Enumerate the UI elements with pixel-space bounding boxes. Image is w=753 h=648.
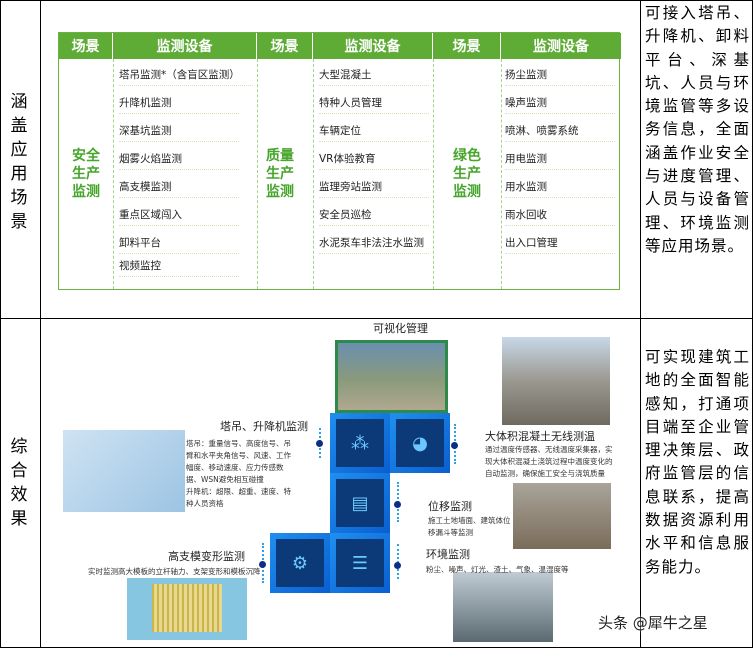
lift-desc: 升降机：超限、超重、速度、特种人员资格 xyxy=(186,487,291,508)
crane-text: 塔吊：重量信号、高度信号、吊臂和水平夹角信号、风速、工作幅度、移动速度、应力传感… xyxy=(186,438,296,510)
gear-icon: ⚙ xyxy=(276,539,324,587)
tile-database: ☰ xyxy=(330,533,390,593)
formwork-model xyxy=(127,578,247,640)
crane-photo xyxy=(63,430,185,512)
scene-quality: 质量生产监测 xyxy=(266,148,294,200)
formwork-text: 实时监测高大模板的立杆轴力、支架变形和模板沉降 xyxy=(88,567,261,576)
header-device: 监测设备 xyxy=(313,33,433,59)
scene-green: 绿色生产监测 xyxy=(453,148,481,200)
list-item: 水泥泵车非法注水监测 xyxy=(319,232,429,254)
header-device: 监测设备 xyxy=(113,33,257,59)
row1-label: 涵盖应用场景 xyxy=(10,92,28,232)
concrete-title: 大体积混凝土无线测温 xyxy=(485,430,595,443)
list-item: 出入口管理 xyxy=(505,232,615,254)
list-item: 特种人员管理 xyxy=(319,92,429,114)
concrete-photo xyxy=(502,337,610,425)
list-item: 重点区域闯入 xyxy=(119,204,239,226)
list-item: 扬尘监测 xyxy=(505,64,615,86)
list-item: 卸料平台 xyxy=(119,232,239,254)
pit-photo xyxy=(513,483,611,549)
concrete-text: 通过温度传感器、无线温度采集器，实现大体积混凝土浇筑过程中温度变化的自动监测，确… xyxy=(485,445,613,478)
list-item: 安全员巡检 xyxy=(319,204,429,226)
list-item: 喷淋、喷雾系统 xyxy=(505,120,615,142)
list-item: 视频监控 xyxy=(119,255,239,277)
displacement-title: 位移监测 xyxy=(428,500,472,513)
scene-safety: 安全生产监测 xyxy=(72,148,100,200)
displacement-text: 施工土地墙面、建筑体位移漏斗等监测 xyxy=(428,516,511,537)
env-photo xyxy=(453,572,553,642)
row2-description: 可实现建筑工地的全面智能感知，打通项目端至企业管理决策层、政府监管层的信息联系，… xyxy=(645,348,750,576)
row2-label: 综合效果 xyxy=(10,437,28,529)
list-item: 深基坑监测 xyxy=(119,120,239,142)
row1-description: 可接入塔吊、升降机、卸料平台、深基坑、人员与环境监管等多设务信息，全面涵盖作业安… xyxy=(645,4,750,255)
list-item: 烟雾火焰监测 xyxy=(119,148,239,170)
globe-icon: ◕ xyxy=(396,419,444,467)
database-icon: ☰ xyxy=(336,539,384,587)
list-item: 塔吊监测*（含盲区监测） xyxy=(119,64,253,86)
list-item: 用电监测 xyxy=(505,148,615,170)
crane-desc: 塔吊：重量信号、高度信号、吊臂和水平夹角信号、风速、工作幅度、移动速度、应力传感… xyxy=(186,439,291,484)
tile-people: ⁂ xyxy=(330,413,390,473)
tile-globe: ◕ xyxy=(390,413,450,473)
list-item: 高支模监测 xyxy=(119,176,239,198)
figure-title: 可视化管理 xyxy=(373,322,428,335)
environment-title: 环境监测 xyxy=(426,548,470,561)
header-device: 监测设备 xyxy=(501,33,621,59)
list-item: 车辆定位 xyxy=(319,120,429,142)
site-photo xyxy=(335,340,448,413)
list-item: 监理旁站监测 xyxy=(319,176,429,198)
environment-text: 粉尘、噪声、灯光、渣土、气象、温湿度等 xyxy=(426,565,569,574)
list-item: 大型混凝土 xyxy=(319,64,429,86)
formwork-title: 高支模变形监测 xyxy=(168,550,245,563)
list-item: 雨水回收 xyxy=(505,204,615,226)
tile-gear: ⚙ xyxy=(270,533,330,593)
watermark: 头条 @犀牛之星 xyxy=(598,614,708,632)
list-item: 用水监测 xyxy=(505,176,615,198)
people-icon: ⁂ xyxy=(336,419,384,467)
header-scene: 场景 xyxy=(59,33,113,59)
header-scene: 场景 xyxy=(433,33,501,59)
list-item: 噪声监测 xyxy=(505,92,615,114)
chat-icon: ▤ xyxy=(336,479,384,527)
tile-chat: ▤ xyxy=(330,473,390,533)
list-item: 升降机监测 xyxy=(119,92,239,114)
crane-title: 塔吊、升降机监测 xyxy=(220,420,308,433)
header-scene: 场景 xyxy=(257,33,313,59)
scenario-table: 场景 监测设备 场景 监测设备 场景 监测设备 安全生产监测 质量生产监测 绿色… xyxy=(58,32,621,290)
list-item: VR体验教育 xyxy=(319,148,429,170)
